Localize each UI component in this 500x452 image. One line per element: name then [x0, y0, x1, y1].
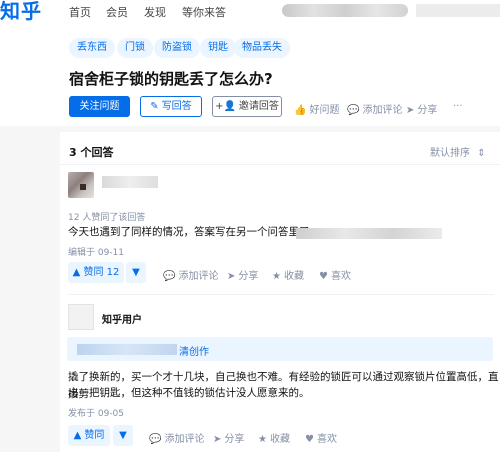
zhihu-logo[interactable]: 知乎	[0, 0, 42, 24]
star-icon: ★	[272, 271, 281, 282]
creation-notice: 清创作	[67, 337, 493, 361]
notice-text: 清创作	[179, 347, 209, 358]
search-input-blurred[interactable]	[282, 4, 408, 17]
heart-icon: ♥	[319, 271, 328, 282]
favorite-button[interactable]: ★ 收藏	[258, 430, 290, 445]
question-header: 丢东西 门锁 防盗锁 钥匙 物品丢失 宿舍柜子锁的钥匙丢了怎么办? 关注问题 ✎…	[0, 22, 500, 126]
nav-home[interactable]: 首页	[69, 4, 91, 20]
add-user-icon: +👤	[215, 101, 236, 112]
comment-label: 添加评论	[178, 271, 219, 282]
answer-link-blurred[interactable]	[296, 228, 442, 239]
publish-time[interactable]: 发布于 09-05	[68, 406, 124, 419]
write-answer-label: 写回答	[161, 101, 192, 112]
comment-button[interactable]: 💬 添加评论	[149, 430, 204, 445]
like-label: 喜欢	[330, 271, 351, 282]
share-label: 分享	[417, 105, 438, 116]
good-question-label: 好问题	[309, 105, 340, 116]
avatar[interactable]	[68, 172, 94, 198]
follow-question-button[interactable]: 关注问题	[69, 96, 130, 117]
answers-list: 3 个回答 默认排序 ⇕ 12 人赞同了该回答 今天也遇到了同样的情况，答案写在…	[60, 132, 500, 452]
invite-answer-label: 邀请回答	[238, 101, 279, 112]
more-options-button[interactable]: ···	[453, 101, 463, 112]
share-label: 分享	[238, 271, 259, 282]
author-name-blurred[interactable]	[102, 176, 158, 188]
comment-button[interactable]: 💬 添加评论	[163, 267, 218, 282]
share-button[interactable]: ➤ 分享	[227, 267, 258, 282]
sort-chevron-icon: ⇕	[477, 148, 486, 159]
nav-discover[interactable]: 发现	[144, 4, 166, 20]
downvote-icon: ▼	[119, 430, 127, 441]
approval-count: 12 人赞同了该回答	[68, 213, 146, 223]
topic-tag[interactable]: 防盗锁	[154, 38, 200, 58]
favorite-label: 收藏	[283, 271, 304, 282]
share-button[interactable]: ➤ 分享	[213, 430, 244, 445]
topic-tag[interactable]: 门锁	[117, 38, 153, 58]
like-button[interactable]: ♥ 喜欢	[319, 267, 351, 282]
downvote-button[interactable]: ▼	[126, 262, 146, 283]
blurred-header-area	[416, 4, 500, 17]
heart-icon: ♥	[305, 434, 314, 445]
answer-count: 3 个回答	[69, 146, 114, 159]
favorite-label: 收藏	[269, 434, 290, 445]
notice-text-blurred	[77, 344, 177, 355]
write-answer-button[interactable]: ✎ 写回答	[140, 96, 202, 117]
top-navigation-bar: 知乎 首页 会员 发现 等你来答	[0, 0, 500, 24]
sort-dropdown[interactable]: 默认排序 ⇕	[430, 144, 486, 159]
share-icon: ➤	[227, 271, 236, 282]
comment-icon: 💬	[149, 434, 162, 445]
comment-icon: 💬	[347, 105, 360, 116]
divider	[68, 294, 494, 295]
pencil-icon: ✎	[150, 101, 159, 112]
good-question-button[interactable]: 👍 好问题	[294, 101, 339, 116]
like-button[interactable]: ♥ 喜欢	[305, 430, 337, 445]
author-name[interactable]: 知乎用户	[102, 311, 142, 326]
upvote-button[interactable]: ▲ 赞同	[68, 425, 110, 446]
upvote-button[interactable]: ▲ 赞同 12	[68, 262, 124, 283]
edit-time[interactable]: 编辑于 09-11	[68, 245, 124, 258]
avatar[interactable]	[68, 304, 94, 330]
divider	[60, 164, 500, 165]
answer-text: 今天也遇到了同样的情况，答案写在另一个问答里了，	[68, 226, 320, 238]
topic-tag[interactable]: 物品丢失	[234, 38, 290, 58]
topic-tag[interactable]: 丢东西	[69, 38, 115, 58]
add-comment-button[interactable]: 💬 添加评论	[347, 101, 402, 116]
like-label: 喜欢	[316, 434, 337, 445]
nav-membership[interactable]: 会员	[106, 4, 128, 20]
thumbs-up-icon: 👍	[294, 105, 307, 116]
sort-label: 默认排序	[430, 148, 470, 159]
downvote-icon: ▼	[132, 267, 140, 278]
star-icon: ★	[258, 434, 267, 445]
downvote-button[interactable]: ▼	[113, 425, 133, 446]
nav-waiting-answers[interactable]: 等你来答	[182, 4, 226, 20]
comment-label: 添加评论	[164, 434, 205, 445]
question-title[interactable]: 宿舍柜子锁的钥匙丢了怎么办?	[69, 68, 273, 89]
answer-text-line: 出一把钥匙，但这种不值钱的锁估计没人愿意来的。	[68, 387, 310, 399]
share-icon: ➤	[406, 105, 415, 116]
add-comment-label: 添加评论	[362, 105, 403, 116]
topic-tag[interactable]: 钥匙	[200, 38, 236, 58]
share-icon: ➤	[213, 434, 222, 445]
share-button[interactable]: ➤ 分享	[406, 101, 437, 116]
favorite-button[interactable]: ★ 收藏	[272, 267, 304, 282]
invite-answer-button[interactable]: +👤 邀请回答	[212, 96, 282, 117]
comment-icon: 💬	[163, 271, 176, 282]
share-label: 分享	[224, 434, 245, 445]
